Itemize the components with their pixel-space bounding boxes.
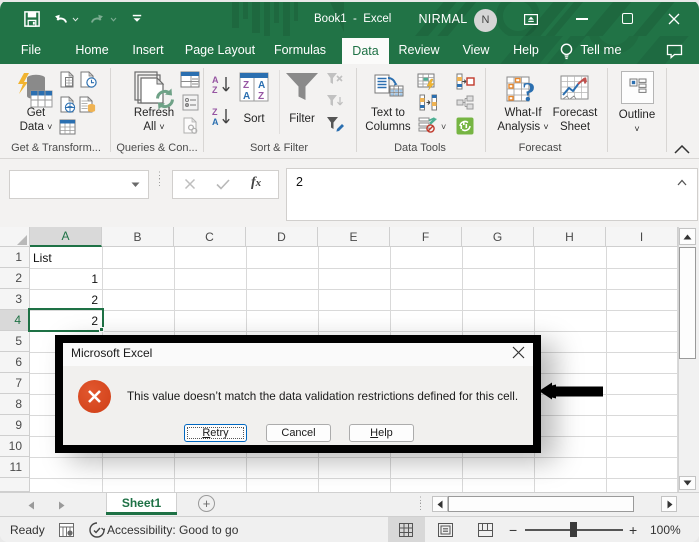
svg-text:A: A — [258, 80, 265, 91]
svg-text:A: A — [212, 75, 219, 85]
svg-text:A: A — [243, 91, 250, 102]
svg-text:Z: Z — [243, 80, 249, 91]
svg-text:Z: Z — [258, 91, 264, 102]
svg-text:Z: Z — [212, 107, 218, 117]
svg-text:A: A — [212, 117, 219, 127]
svg-text:Z: Z — [212, 85, 218, 95]
svg-text:?: ? — [522, 77, 536, 102]
